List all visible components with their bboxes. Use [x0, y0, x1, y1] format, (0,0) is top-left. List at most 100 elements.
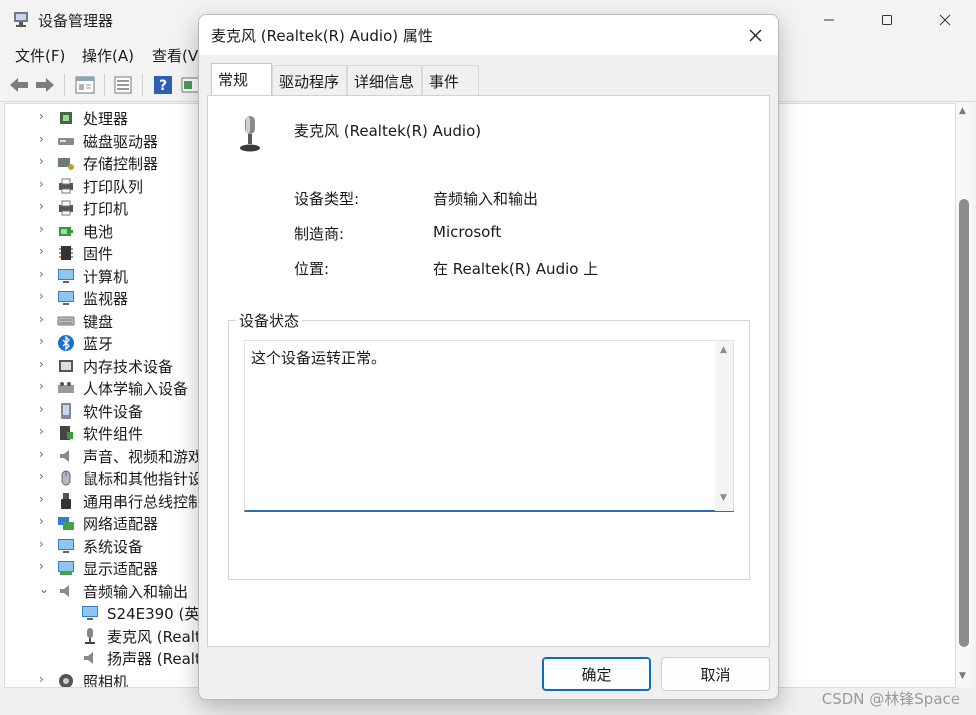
chevron-right-icon[interactable]: ›	[39, 289, 44, 303]
tab-driver[interactable]: 驱动程序	[272, 65, 347, 95]
tree-item-label: 人体学输入设备	[83, 380, 189, 398]
chevron-right-icon[interactable]: ›	[39, 447, 44, 461]
location-label: 位置:	[294, 260, 330, 278]
chevron-right-icon[interactable]: ›	[39, 267, 44, 281]
chevron-down-icon[interactable]: ⌄	[39, 582, 49, 596]
menu-action[interactable]: 操作(A)	[82, 45, 134, 66]
tree-category-item[interactable]: › 人体学输入设备	[5, 377, 215, 399]
chevron-right-icon[interactable]: ›	[39, 132, 44, 146]
tree-category-item[interactable]: › 声音、视频和游戏	[5, 445, 215, 467]
bluetooth-icon	[58, 335, 74, 351]
tab-details[interactable]: 详细信息	[347, 65, 422, 95]
ok-button[interactable]: 确定	[542, 657, 651, 691]
chevron-right-icon[interactable]: ›	[39, 469, 44, 483]
chevron-right-icon[interactable]: ›	[39, 222, 44, 236]
window-close-button[interactable]	[916, 0, 974, 40]
tree-child-item[interactable]: S24E390 (英特	[5, 602, 215, 624]
tree-item-label: 固件	[83, 245, 114, 263]
tree-item-label: 软件设备	[83, 402, 144, 421]
chevron-right-icon[interactable]: ›	[39, 514, 44, 528]
maximize-button[interactable]	[858, 0, 916, 40]
tree-category-item[interactable]: › 系统设备	[5, 535, 215, 557]
chevron-right-icon[interactable]: ›	[39, 244, 44, 258]
device-name: 麦克风 (Realtek(R) Audio)	[294, 122, 482, 140]
tree-category-item[interactable]: › 打印队列	[5, 175, 215, 197]
cancel-button[interactable]: 取消	[661, 657, 770, 691]
tree-category-item[interactable]: › 键盘	[5, 310, 215, 332]
toolbar-separator	[142, 74, 143, 96]
back-button[interactable]	[8, 74, 30, 96]
chevron-right-icon[interactable]: ›	[39, 199, 44, 213]
hid-icon	[58, 382, 74, 393]
tree-item-label: 网络适配器	[83, 515, 159, 533]
mouse-icon	[61, 470, 71, 486]
chevron-right-icon[interactable]: ›	[39, 312, 44, 326]
chevron-right-icon[interactable]: ›	[39, 559, 44, 573]
menu-file[interactable]: 文件(F)	[15, 45, 65, 66]
document-icon	[114, 76, 132, 94]
chevron-right-icon[interactable]: ›	[39, 109, 44, 123]
device-type-label: 设备类型:	[294, 190, 360, 208]
tree-scrollbar[interactable]: ▲ ▼	[956, 103, 972, 688]
tree-category-item[interactable]: › 软件组件	[5, 422, 215, 444]
tree-category-item[interactable]: › 内存技术设备	[5, 355, 215, 377]
tab-general[interactable]: 常规	[211, 63, 272, 96]
minimize-button[interactable]	[800, 0, 858, 40]
chevron-right-icon[interactable]: ›	[39, 424, 44, 438]
tree-category-item[interactable]: › 鼠标和其他指针设	[5, 467, 215, 489]
scroll-down-icon[interactable]: ▼	[720, 493, 727, 503]
tree-category-item[interactable]: › 电池	[5, 220, 215, 242]
dialog-titlebar: 麦克风 (Realtek(R) Audio) 属性	[199, 15, 778, 55]
chevron-right-icon[interactable]: ›	[39, 177, 44, 191]
chevron-right-icon[interactable]: ›	[39, 537, 44, 551]
tree-item-label: 打印机	[83, 200, 129, 218]
chevron-right-icon[interactable]: ›	[39, 672, 44, 686]
print-queue-icon	[59, 178, 73, 193]
tree-category-item[interactable]: › 处理器	[5, 107, 215, 129]
chevron-right-icon[interactable]: ›	[39, 334, 44, 348]
firmware-icon	[59, 246, 73, 260]
print-toolbar-button[interactable]	[112, 74, 134, 96]
scroll-up-icon[interactable]: ▲	[720, 345, 727, 355]
tree-category-item[interactable]: › 照相机	[5, 670, 215, 687]
watermark: CSDN @林锋Space	[821, 690, 960, 708]
help-toolbar-button[interactable]: ?	[152, 74, 174, 96]
status-scrollbar[interactable]: ▲ ▼	[715, 341, 733, 511]
tree-item-label: 声音、视频和游戏	[83, 447, 204, 466]
tree-category-item[interactable]: › 计算机	[5, 265, 215, 287]
menu-view[interactable]: 查看(V)	[152, 45, 204, 66]
tree-category-item[interactable]: › 软件设备	[5, 400, 215, 422]
tree-category-item[interactable]: ⌄ 音频输入和输出	[5, 580, 215, 602]
scroll-down-icon[interactable]: ▼	[959, 671, 966, 681]
tree-category-item[interactable]: › 网络适配器	[5, 512, 215, 534]
tree-item-label: 显示适配器	[83, 560, 159, 578]
tree-child-item[interactable]: 扬声器 (Realte	[5, 647, 215, 669]
device-manager-title: 设备管理器	[38, 12, 114, 30]
tree-item-label: 计算机	[83, 267, 129, 286]
device-status-textbox[interactable]: 这个设备运转正常。 ▲ ▼	[244, 340, 734, 512]
memory-device-icon	[59, 359, 73, 372]
chevron-right-icon[interactable]: ›	[39, 402, 44, 416]
dialog-close-button[interactable]	[732, 15, 778, 55]
tree-child-item[interactable]: 麦克风 (Realte	[5, 625, 215, 647]
chevron-right-icon[interactable]: ›	[39, 492, 44, 506]
tree-category-item[interactable]: › 打印机	[5, 197, 215, 219]
chevron-right-icon[interactable]: ›	[39, 154, 44, 168]
tree-category-item[interactable]: › 磁盘驱动器	[5, 130, 215, 152]
forward-button[interactable]	[34, 74, 56, 96]
tree-category-item[interactable]: › 显示适配器	[5, 557, 215, 579]
chevron-right-icon[interactable]: ›	[39, 379, 44, 393]
properties-toolbar-button[interactable]	[74, 74, 96, 96]
tree-item-label: 电池	[83, 222, 114, 241]
tree-category-item[interactable]: › 固件	[5, 242, 215, 264]
tree-category-item[interactable]: › 蓝牙	[5, 332, 215, 354]
scrollbar-thumb[interactable]	[959, 199, 969, 647]
tab-events[interactable]: 事件	[422, 65, 479, 95]
tree-category-item[interactable]: › 通用串行总线控制	[5, 490, 215, 512]
tree-item-label: 麦克风 (Realte	[107, 627, 211, 646]
chevron-right-icon[interactable]: ›	[39, 357, 44, 371]
tree-category-item[interactable]: › 监视器	[5, 287, 215, 309]
printer-icon	[59, 200, 73, 216]
scroll-up-icon[interactable]: ▲	[959, 106, 966, 116]
tree-category-item[interactable]: › 存储控制器	[5, 152, 215, 174]
